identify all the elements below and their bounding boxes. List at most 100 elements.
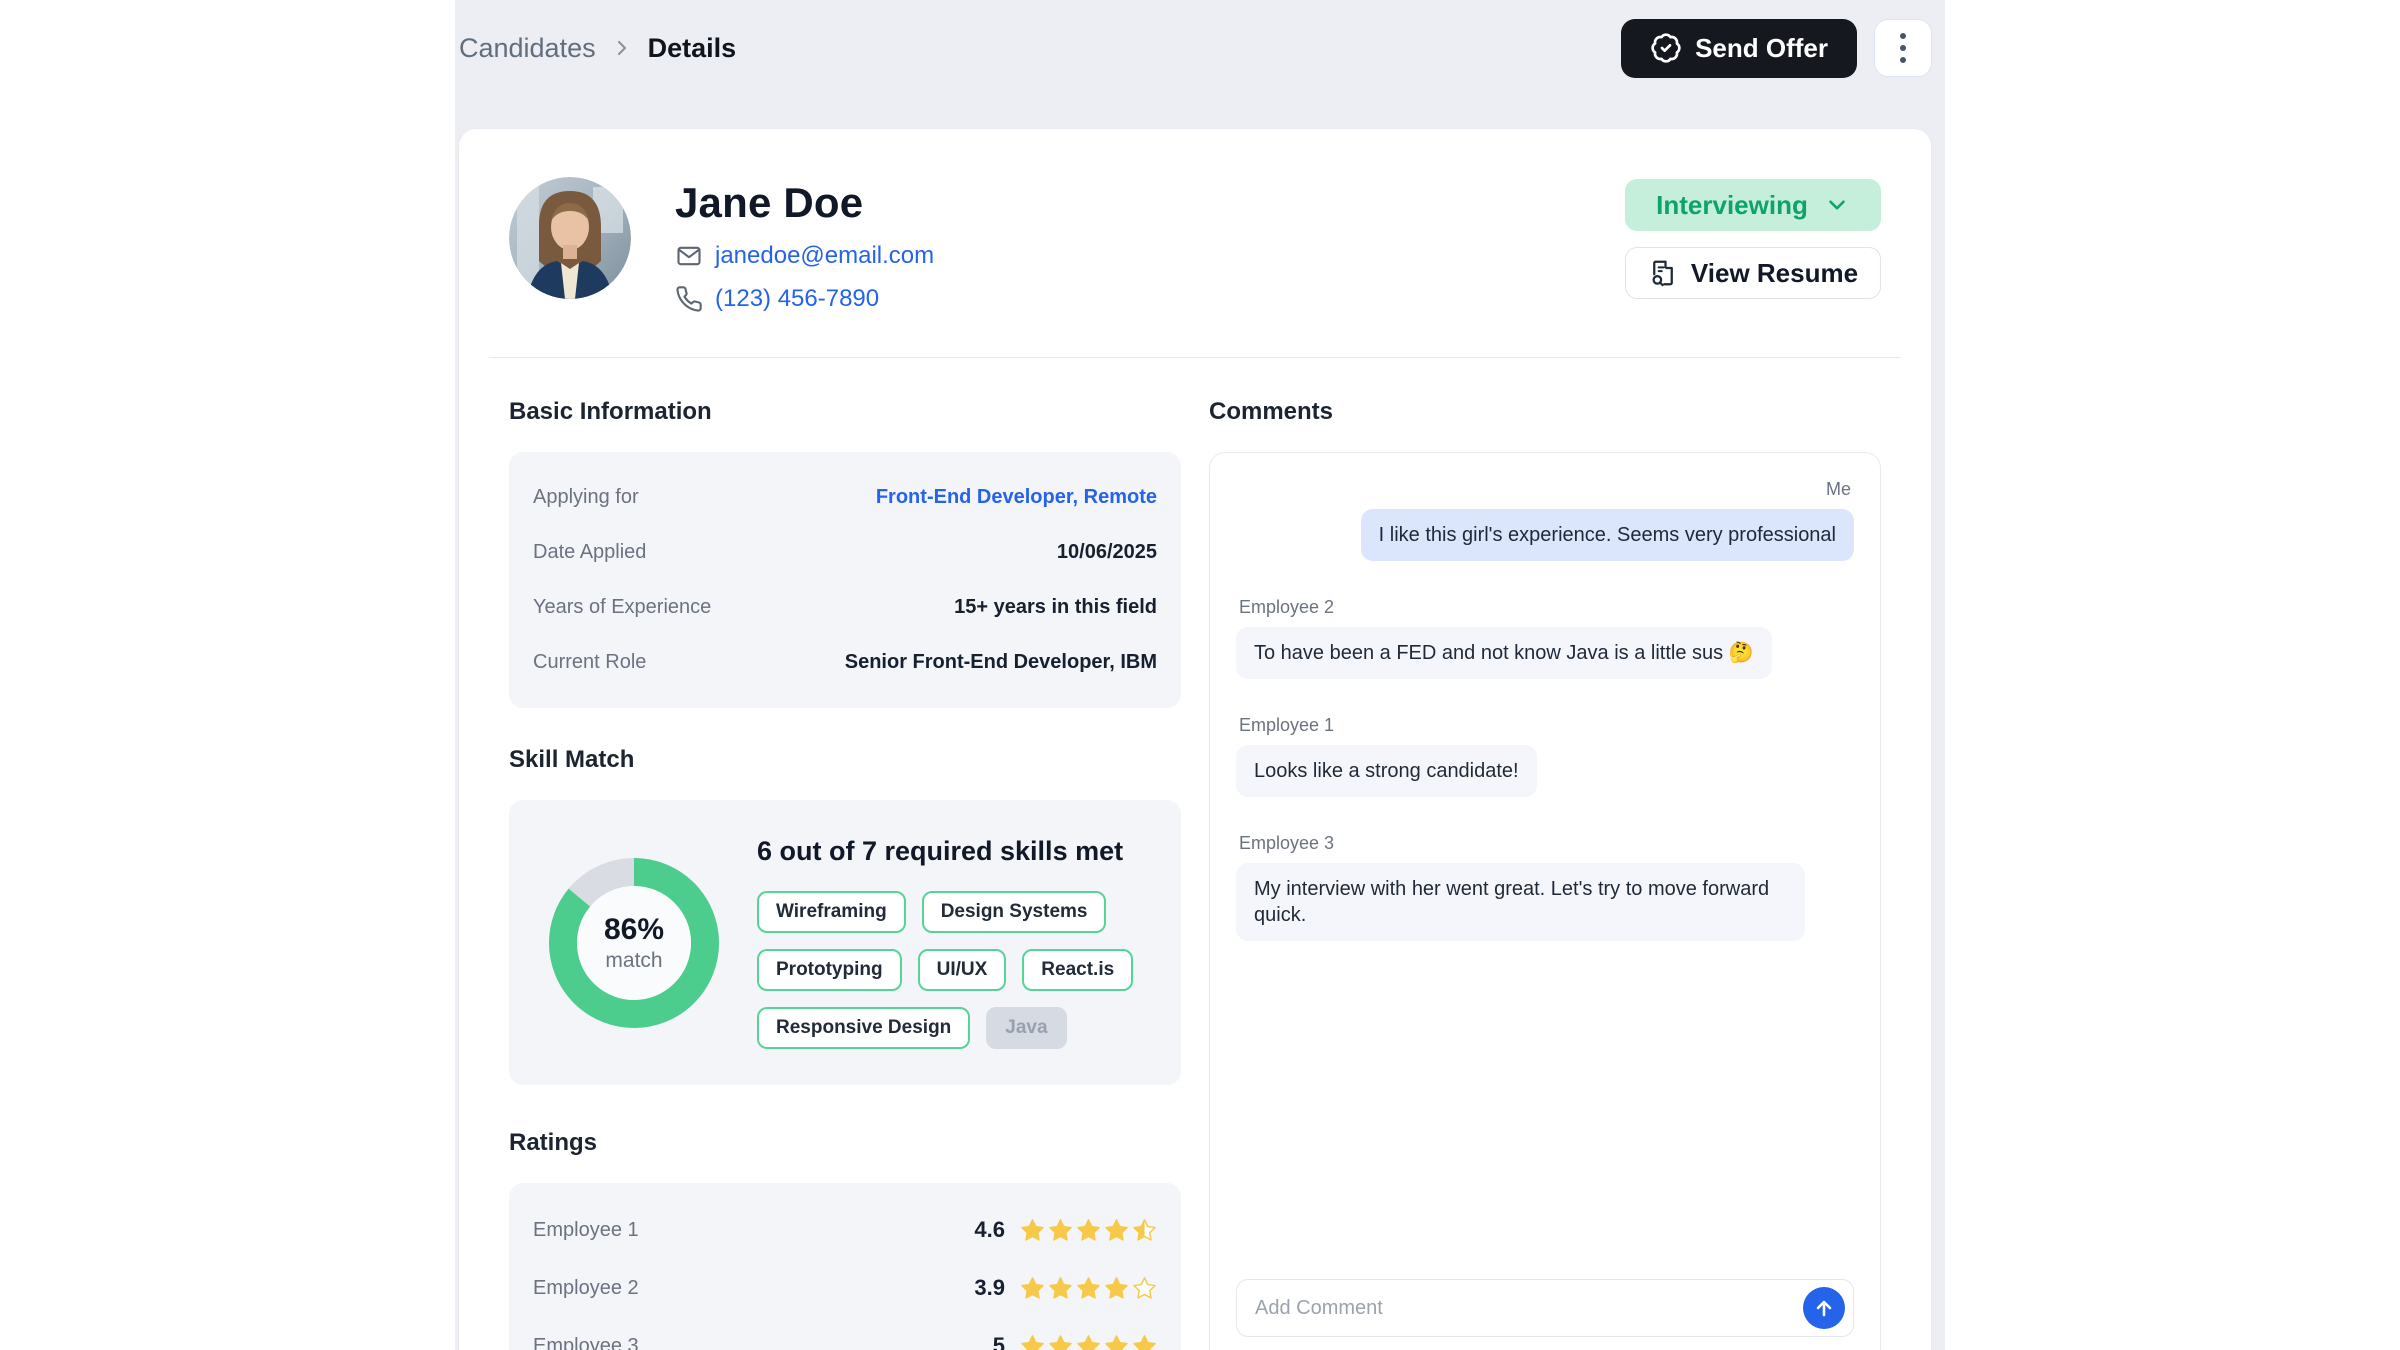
- applying-for-link[interactable]: Front-End Developer, Remote: [876, 486, 1157, 509]
- badge-check-icon: [1650, 32, 1682, 64]
- match-percent: 86%: [604, 913, 664, 947]
- send-offer-button[interactable]: Send Offer: [1621, 19, 1857, 78]
- rating-value-stars: 3.9: [974, 1275, 1157, 1301]
- skills-headline: 6 out of 7 required skills met: [757, 836, 1141, 867]
- skill-match-panel: 86% match 6 out of 7 required skills met…: [509, 800, 1181, 1085]
- candidate-phone-link[interactable]: (123) 456-7890: [715, 285, 879, 313]
- more-options-button[interactable]: [1874, 19, 1932, 77]
- profile-divider: [489, 357, 1901, 358]
- star-icon: [1020, 1334, 1045, 1350]
- file-search-icon: [1648, 258, 1678, 288]
- candidate-email-link[interactable]: janedoe@email.com: [715, 242, 934, 270]
- submit-comment-button[interactable]: [1803, 1287, 1845, 1329]
- comments-title: Comments: [1209, 398, 1881, 426]
- comment-author: Employee 2: [1236, 597, 1337, 618]
- comments-message-list: Me I like this girl's experience. Seems v…: [1236, 479, 1854, 1279]
- comments-card: Me I like this girl's experience. Seems v…: [1209, 452, 1881, 1350]
- kebab-dot: [1900, 45, 1906, 51]
- star-icon: [1132, 1218, 1157, 1243]
- star-rating: [1020, 1218, 1157, 1243]
- profile-header: Jane Doe janedoe@email.com (123) 456-789…: [509, 129, 1881, 313]
- star-icon: [1048, 1218, 1073, 1243]
- avatar-photo: [509, 177, 631, 299]
- skill-chips: WireframingDesign SystemsPrototypingUI/U…: [757, 891, 1141, 1049]
- basic-information-panel: Applying forFront-End Developer, RemoteD…: [509, 452, 1181, 708]
- star-icon: [1020, 1218, 1045, 1243]
- skill-chip-missing: Java: [986, 1007, 1066, 1049]
- star-rating: [1020, 1334, 1157, 1350]
- comment-group: Employee 2 To have been a FED and not kno…: [1236, 597, 1854, 679]
- email-row: janedoe@email.com: [675, 242, 934, 270]
- phone-row: (123) 456-7890: [675, 285, 934, 313]
- info-label: Current Role: [533, 651, 646, 674]
- kebab-dot: [1900, 57, 1906, 63]
- candidate-detail-card: Jane Doe janedoe@email.com (123) 456-789…: [458, 128, 1932, 1350]
- comment-group: Employee 1 Looks like a strong candidate!: [1236, 715, 1854, 797]
- comment-author: Me: [1823, 479, 1854, 500]
- phone-icon: [675, 285, 703, 313]
- left-column: Basic Information Applying forFront-End …: [509, 398, 1181, 1350]
- profile-actions: Interviewing View Resume: [1625, 177, 1881, 299]
- star-rating: [1020, 1276, 1157, 1301]
- send-offer-label: Send Offer: [1695, 33, 1828, 64]
- info-label: Date Applied: [533, 541, 646, 564]
- star-icon: [1076, 1276, 1101, 1301]
- skill-match-title: Skill Match: [509, 746, 1181, 774]
- comment-input-row: [1236, 1279, 1854, 1337]
- comment-author: Employee 1: [1236, 715, 1337, 736]
- comment-group: Me I like this girl's experience. Seems v…: [1236, 479, 1854, 561]
- skill-chip-met: Design Systems: [922, 891, 1107, 933]
- comment-bubble: To have been a FED and not know Java is …: [1236, 627, 1772, 679]
- ratings-panel: Employee 14.6Employee 23.9Employee 35Me4: [509, 1183, 1181, 1350]
- profile-identity: Jane Doe janedoe@email.com (123) 456-789…: [675, 177, 934, 313]
- star-icon: [1048, 1334, 1073, 1350]
- breadcrumb-candidates[interactable]: Candidates: [459, 33, 596, 64]
- candidate-avatar: [509, 177, 631, 299]
- star-icon: [1020, 1276, 1045, 1301]
- view-resume-label: View Resume: [1691, 258, 1858, 289]
- star-icon: [1132, 1276, 1157, 1301]
- mail-icon: [675, 242, 703, 270]
- comment-bubble: Looks like a strong candidate!: [1236, 745, 1537, 797]
- rating-author: Employee 2: [533, 1277, 639, 1300]
- kebab-dot: [1900, 33, 1906, 39]
- basic-information-title: Basic Information: [509, 398, 1181, 426]
- star-icon: [1076, 1218, 1101, 1243]
- top-bar: Candidates Details Send Offer: [455, 0, 1945, 96]
- info-value: Senior Front-End Developer, IBM: [845, 651, 1157, 674]
- star-icon: [1076, 1334, 1101, 1350]
- rating-number: 5: [993, 1333, 1005, 1350]
- comment-bubble: I like this girl's experience. Seems ver…: [1361, 509, 1854, 561]
- star-icon: [1104, 1334, 1129, 1350]
- candidate-name: Jane Doe: [675, 179, 934, 227]
- donut-center-label: 86% match: [549, 858, 719, 1028]
- star-icon: [1104, 1218, 1129, 1243]
- chevron-right-icon: [610, 36, 634, 60]
- ratings-title: Ratings: [509, 1129, 1181, 1157]
- rating-row: Employee 2 3.9: [533, 1259, 1157, 1317]
- info-row: Date Applied 10/06/2025: [533, 525, 1157, 580]
- info-row: Current Role Senior Front-End Developer, …: [533, 635, 1157, 690]
- info-label: Years of Experience: [533, 596, 711, 619]
- breadcrumb-details: Details: [648, 33, 737, 64]
- breadcrumb: Candidates Details: [459, 33, 736, 64]
- view-resume-button[interactable]: View Resume: [1625, 247, 1881, 299]
- rating-value-stars: 4.6: [974, 1217, 1157, 1243]
- status-dropdown[interactable]: Interviewing: [1625, 179, 1881, 231]
- add-comment-input[interactable]: [1255, 1297, 1803, 1320]
- skill-match-donut: 86% match: [549, 858, 719, 1028]
- right-column: Comments Me I like this girl's experience…: [1209, 398, 1881, 1350]
- skills-block: 6 out of 7 required skills met Wireframi…: [757, 836, 1141, 1049]
- skill-chip-met: Responsive Design: [757, 1007, 970, 1049]
- arrow-up-icon: [1812, 1296, 1836, 1320]
- rating-author: Employee 1: [533, 1219, 639, 1242]
- rating-number: 4.6: [974, 1217, 1005, 1243]
- skill-chip-met: Prototyping: [757, 949, 902, 991]
- info-value: 15+ years in this field: [954, 596, 1157, 619]
- skill-chip-met: React.is: [1022, 949, 1133, 991]
- info-value: 10/06/2025: [1057, 541, 1157, 564]
- comment-author: Employee 3: [1236, 833, 1337, 854]
- chevron-down-icon: [1824, 192, 1850, 218]
- rating-row: Employee 35: [533, 1317, 1157, 1350]
- star-icon: [1132, 1334, 1157, 1350]
